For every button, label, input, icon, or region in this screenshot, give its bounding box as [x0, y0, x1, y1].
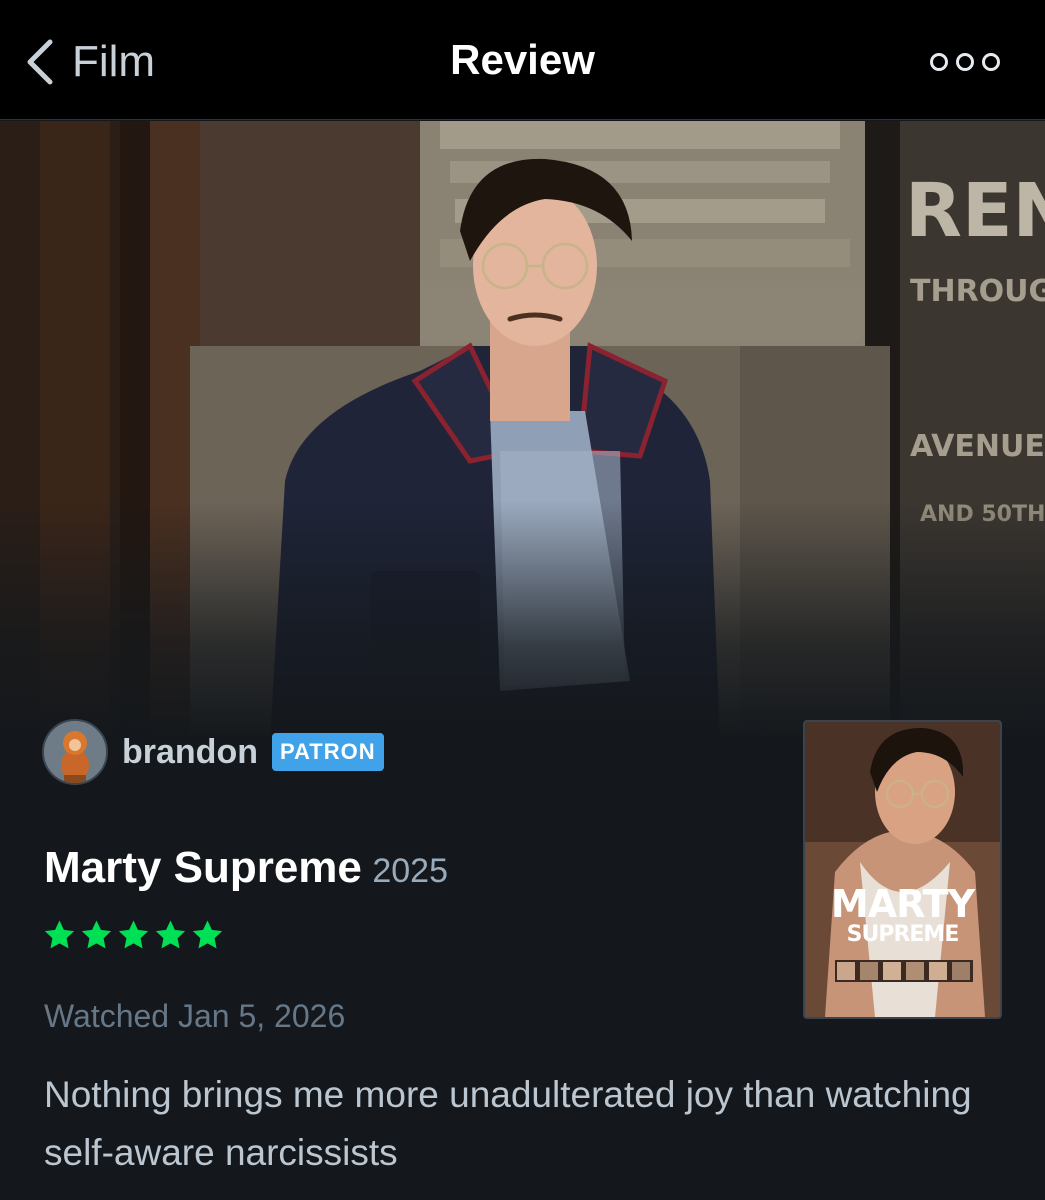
svg-text:THROUGH: THROUGH: [910, 274, 1045, 309]
svg-text:RENT: RENT: [905, 168, 1045, 254]
star-icon: [44, 920, 75, 949]
orangutan-avatar-icon: [44, 721, 106, 783]
film-backdrop-image: RENT THROUGH AVENUE AND 50TH: [0, 121, 1045, 741]
poster-title-line2: SUPREME: [846, 922, 960, 947]
watched-date: Watched Jan 5, 2026: [44, 998, 346, 1034]
patron-badge: PATRON: [271, 733, 384, 771]
star-icon: [155, 920, 186, 949]
poster-title-line1: MARTY: [830, 882, 975, 926]
star-icon: [192, 920, 223, 949]
page-title: Review: [450, 36, 595, 83]
more-dot-icon: [956, 53, 974, 71]
reviewer-username[interactable]: brandon: [122, 733, 258, 772]
more-dot-icon: [982, 53, 1000, 71]
review-text: Nothing brings me more unadulterated joy…: [44, 1074, 972, 1173]
svg-text:AVENUE: AVENUE: [910, 429, 1045, 464]
more-options-button[interactable]: [930, 46, 1010, 78]
film-title-line[interactable]: Marty Supreme 2025: [44, 843, 448, 893]
backdrop-gradient: [0, 501, 1045, 741]
avatar[interactable]: [42, 719, 108, 785]
star-rating: [42, 918, 225, 952]
more-dot-icon: [930, 53, 948, 71]
poster-illustration: [805, 722, 1000, 1017]
film-title[interactable]: Marty Supreme: [44, 843, 362, 892]
film-poster[interactable]: MARTY SUPREME: [803, 720, 1002, 1019]
top-nav-bar: Film Review: [0, 0, 1045, 120]
reviewer-row[interactable]: brandon PATRON: [42, 718, 384, 786]
star-icon: [118, 920, 149, 949]
star-icon: [81, 920, 112, 949]
film-year[interactable]: 2025: [372, 852, 448, 890]
